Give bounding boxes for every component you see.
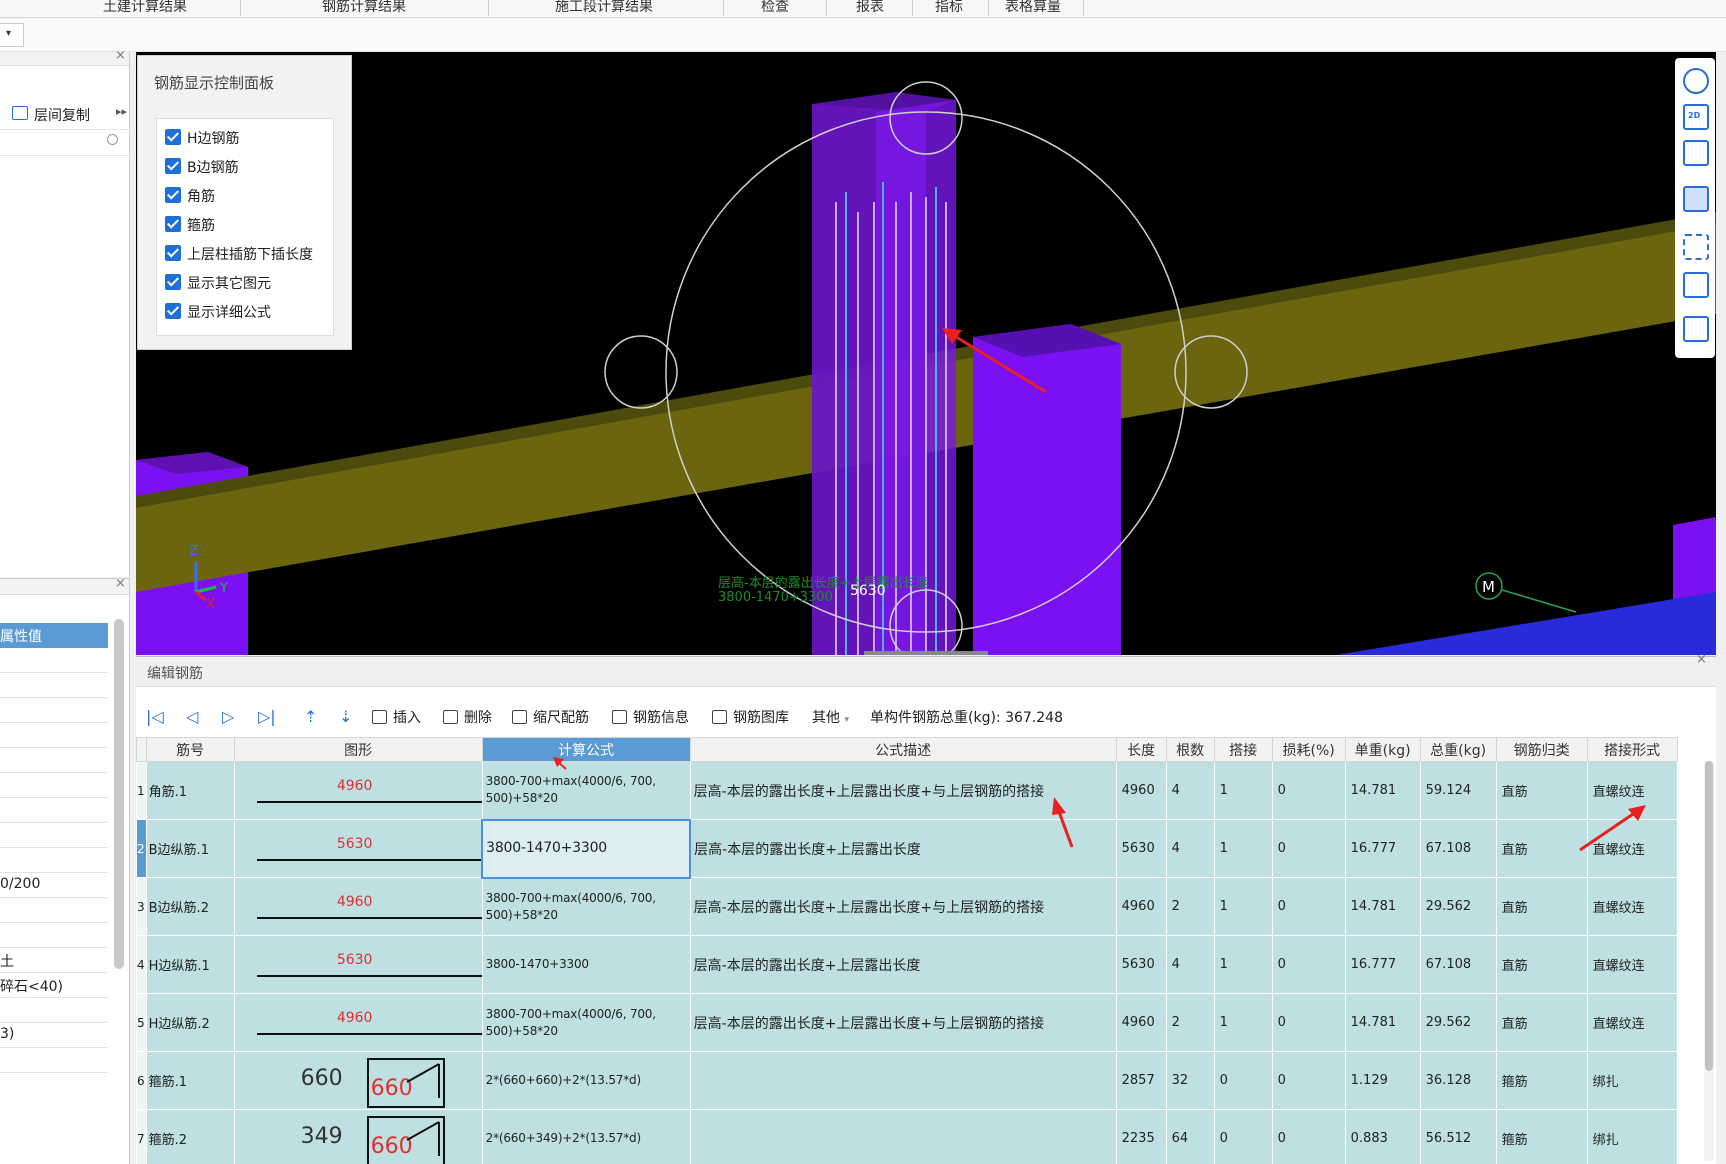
cube-solid-icon[interactable] bbox=[1683, 186, 1709, 212]
tab-construction-section-results[interactable]: 施工段计算结果 bbox=[555, 0, 653, 16]
property-row[interactable] bbox=[0, 723, 108, 748]
tab-report[interactable]: 报表 bbox=[856, 0, 884, 16]
column-center-side bbox=[876, 100, 956, 655]
rebar-editor-panel: 编辑钢筋 × |◁ ◁ ▷ ▷| ⇡ ⇣ 插入 删除 缩尺配筋 钢筋信息 钢筋图… bbox=[136, 652, 1716, 1164]
chevron-down-icon: ▾ bbox=[6, 28, 12, 39]
formula-overlay-value: 3800-1470+3300 bbox=[718, 590, 833, 605]
axis-x-label: X bbox=[206, 597, 215, 612]
component-list-panel: × 层间复制 ▸▸ bbox=[0, 48, 130, 577]
floor-copy-button[interactable]: 层间复制 ▸▸ bbox=[0, 100, 130, 130]
floor-dropdown[interactable]: ▾ bbox=[0, 23, 24, 47]
property-row[interactable] bbox=[0, 773, 108, 798]
rebar-display-control-panel: 钢筋显示控制面板 H边钢筋 B边钢筋 角筋 箍筋 上层柱插筋下插长度 显示其它图… bbox=[137, 55, 352, 350]
search-input[interactable] bbox=[0, 130, 130, 156]
checkbox-checked-icon[interactable] bbox=[165, 303, 181, 319]
property-row[interactable] bbox=[0, 748, 108, 773]
annotation-overlay bbox=[553, 757, 1646, 852]
property-row[interactable] bbox=[0, 823, 108, 848]
checkbox-checked-icon[interactable] bbox=[165, 216, 181, 232]
property-row[interactable] bbox=[0, 698, 108, 723]
panel-header: × bbox=[0, 576, 129, 595]
property-row[interactable]: 碎石<40) bbox=[0, 973, 108, 998]
property-row[interactable] bbox=[0, 648, 108, 673]
property-row[interactable]: 土 bbox=[0, 948, 108, 973]
annotation-arrow-lap-type bbox=[1579, 810, 1637, 852]
checkbox-group: H边钢筋 B边钢筋 角筋 箍筋 上层柱插筋下插长度 显示其它图元 显示详细公式 bbox=[156, 118, 334, 336]
report-view-icon[interactable] bbox=[1683, 316, 1709, 342]
top-tab-bar: 土建计算结果 钢筋计算结果 施工段计算结果 检查 报表 指标 表格算量 bbox=[0, 0, 1726, 18]
property-row[interactable] bbox=[0, 848, 108, 873]
close-icon[interactable]: × bbox=[115, 48, 126, 63]
marker-label: M bbox=[1482, 578, 1495, 596]
secondary-toolbar: ▾ bbox=[0, 19, 1726, 52]
scrollbar-thumb[interactable] bbox=[1705, 761, 1713, 1071]
search-icon bbox=[107, 134, 118, 145]
formula-overlay-text: 层高-本层的露出长度+上层露出长度 bbox=[718, 575, 929, 591]
view-toolbar: 2D bbox=[1675, 58, 1715, 358]
checkbox-checked-icon[interactable] bbox=[165, 187, 181, 203]
property-row[interactable]: 3) bbox=[0, 1023, 108, 1048]
property-row[interactable] bbox=[0, 673, 108, 698]
app-window: 土建计算结果 钢筋计算结果 施工段计算结果 检查 报表 指标 表格算量 ▾ × … bbox=[0, 0, 1726, 1164]
checkbox-checked-icon[interactable] bbox=[165, 245, 181, 261]
column-right bbox=[973, 324, 1121, 655]
property-row[interactable] bbox=[0, 898, 108, 923]
axis-y-label: Y bbox=[219, 581, 228, 596]
property-row[interactable] bbox=[0, 923, 108, 948]
3d-scene: Z Y X 层高-本层的露出长度+上层露出长度 3800-1470+3300 5… bbox=[136, 81, 1716, 655]
dimension-label: 5630 bbox=[850, 583, 886, 599]
control-panel-title: 钢筋显示控制面板 bbox=[154, 74, 275, 92]
cube-icon[interactable] bbox=[1683, 140, 1709, 166]
scrollbar[interactable] bbox=[114, 619, 124, 969]
checkbox-checked-icon[interactable] bbox=[165, 158, 181, 174]
axis-z-label: Z bbox=[189, 544, 198, 559]
close-icon[interactable]: × bbox=[115, 576, 126, 591]
property-row[interactable]: 0/200 bbox=[0, 873, 108, 898]
property-row[interactable] bbox=[0, 798, 108, 823]
panel-header: × bbox=[0, 48, 129, 66]
property-panel: × 属性值 0/200 土 碎石<40) 3) bbox=[0, 576, 130, 1164]
expand-icon[interactable]: ▸▸ bbox=[116, 105, 127, 118]
orbit-icon[interactable] bbox=[1683, 68, 1709, 94]
property-row[interactable] bbox=[0, 1048, 108, 1073]
component-icon[interactable] bbox=[1683, 272, 1709, 298]
splitter-handle[interactable] bbox=[864, 651, 988, 655]
tab-check[interactable]: 检查 bbox=[761, 0, 789, 16]
tab-civil-results[interactable]: 土建计算结果 bbox=[103, 0, 187, 16]
table-scrollbar[interactable] bbox=[1704, 761, 1714, 1161]
3d-viewport[interactable]: Z Y X 层高-本层的露出长度+上层露出长度 3800-1470+3300 5… bbox=[136, 52, 1716, 655]
checkbox-checked-icon[interactable] bbox=[165, 274, 181, 290]
marker-leader bbox=[1501, 589, 1577, 613]
annotation-arrow-description bbox=[1056, 808, 1074, 848]
beam-blue bbox=[1336, 592, 1716, 655]
copy-icon bbox=[12, 106, 28, 120]
property-row[interactable] bbox=[0, 998, 108, 1023]
fullscreen-icon[interactable] bbox=[1683, 234, 1709, 260]
2d-view-icon[interactable]: 2D bbox=[1683, 104, 1709, 130]
tab-rebar-results[interactable]: 钢筋计算结果 bbox=[322, 0, 406, 16]
annotation-arrowhead bbox=[1052, 797, 1066, 815]
tab-table-quantity[interactable]: 表格算量 bbox=[1005, 0, 1061, 16]
floor-copy-label: 层间复制 bbox=[34, 108, 90, 124]
checkbox-checked-icon[interactable] bbox=[165, 129, 181, 145]
tab-indicator[interactable]: 指标 bbox=[935, 0, 963, 16]
annotation-arrowhead bbox=[1628, 805, 1646, 821]
property-value-header: 属性值 bbox=[0, 623, 108, 648]
